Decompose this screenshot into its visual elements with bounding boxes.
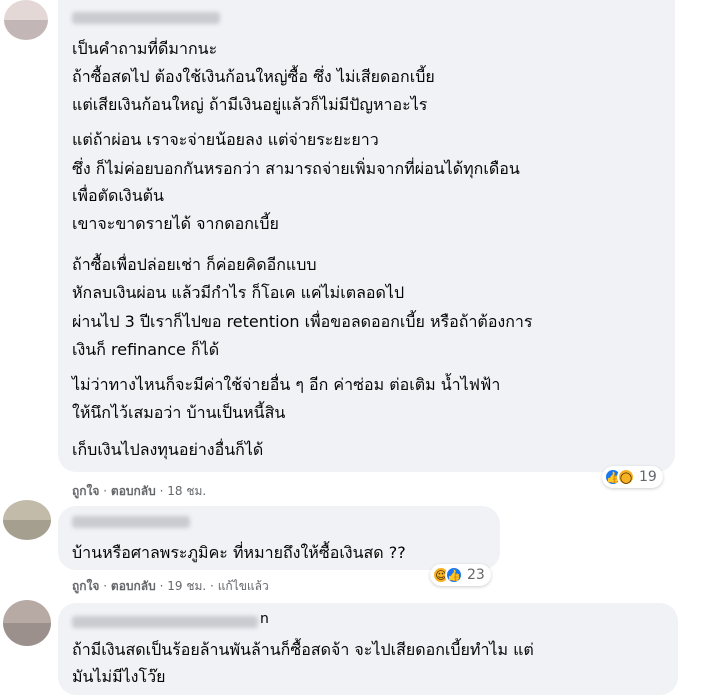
comment-line: ไม่ว่าทางไหนก็จะมีค่าใช้จ่ายอื่น ๆ อีก ค… (72, 375, 501, 394)
like-link[interactable]: ถูกใจ (72, 579, 99, 593)
separator: · (159, 484, 164, 498)
comment-line: ซึ่ง ก็ไม่ค่อยบอกกันหรอกว่า สามารถจ่ายเพ… (72, 159, 520, 178)
separator: · (103, 579, 108, 593)
like-link[interactable]: ถูกใจ (72, 484, 99, 498)
comment-timestamp[interactable]: 18 ชม. (167, 484, 206, 498)
reply-link[interactable]: ตอบกลับ (111, 579, 156, 593)
comment-timestamp[interactable]: 19 ชม. (167, 579, 206, 593)
reaction-summary[interactable]: ☺ 👍 23 (430, 564, 491, 586)
comment-line: เพื่อตัดเงินต้น (72, 186, 164, 205)
commenter-avatar[interactable] (3, 500, 51, 540)
commenter-name-blurred[interactable] (72, 616, 258, 628)
reaction-count: 23 (467, 567, 485, 583)
comment-line: ให้นึกไว้เสมอว่า บ้านเป็นหนี้สิน (72, 403, 286, 422)
comment-line: ผ่านไป 3 ปีเราก็ไปขอ retention เพื่อขอลด… (72, 312, 533, 331)
comment-line: เก็บเงินไปลงทุนอย่างอื่นก็ได้ (72, 440, 264, 459)
comment-line: เงินก็ refinance ก็ได้ (72, 340, 220, 359)
commenter-avatar[interactable] (3, 600, 51, 646)
like-icon: 👍 (445, 566, 463, 584)
separator: · (210, 579, 214, 593)
separator: · (159, 579, 164, 593)
comment-actions: ถูกใจ · ตอบกลับ · 19 ชม. · แก้ไขแล้ว (72, 577, 269, 596)
comment-line: ถ้าซื้อสดไป ต้องใช้เงินก้อนใหญ่ซื้อ ซึ่ง… (72, 67, 435, 86)
comment-line: แต่ถ้าผ่อน เราจะจ่ายน้อยลง แต่จ่ายระยะยา… (72, 130, 379, 149)
commenter-avatar[interactable] (4, 0, 48, 40)
comment-actions: ถูกใจ · ตอบกลับ · 18 ชม. (72, 482, 206, 501)
reaction-count: 19 (639, 469, 657, 485)
reply-link[interactable]: ตอบกลับ (111, 484, 156, 498)
comment-line: เป็นคำถามที่ดีมากนะ (72, 39, 218, 58)
commenter-name-blurred[interactable] (72, 516, 190, 528)
commenter-name-blurred[interactable] (72, 12, 220, 24)
comment-line: ถ้าซื้อเพื่อปล่อยเช่า ก็ค่อยคิดอีกแบบ (72, 255, 317, 274)
commenter-name-tail: n (260, 611, 269, 627)
comment-line: ถ้ามีเงินสดเป็นร้อยล้านพันล้านก็ซื้อสดจ้… (72, 640, 534, 659)
separator: · (103, 484, 108, 498)
reaction-summary[interactable]: 👍 ◯ 19 (602, 466, 663, 488)
comment-line: เขาจะขาดรายได้ จากดอกเบี้ย (72, 214, 279, 233)
comment-line: บ้านหรือศาลพระภูมิคะ ที่หมายถึงให้ซื้อเง… (72, 543, 406, 562)
comment-line: มันไม่มีไงโว๊ย (72, 667, 166, 686)
edited-label[interactable]: แก้ไขแล้ว (218, 579, 269, 593)
comment-line: หักลบเงินผ่อน แล้วมีกำไร ก็โอเค แค่ไม่เต… (72, 283, 405, 302)
comment-line: แต่เสียเงินก้อนใหญ่ ถ้ามีเงินอยู่แล้วก็ไ… (72, 95, 428, 114)
wow-icon: ◯ (617, 468, 635, 486)
